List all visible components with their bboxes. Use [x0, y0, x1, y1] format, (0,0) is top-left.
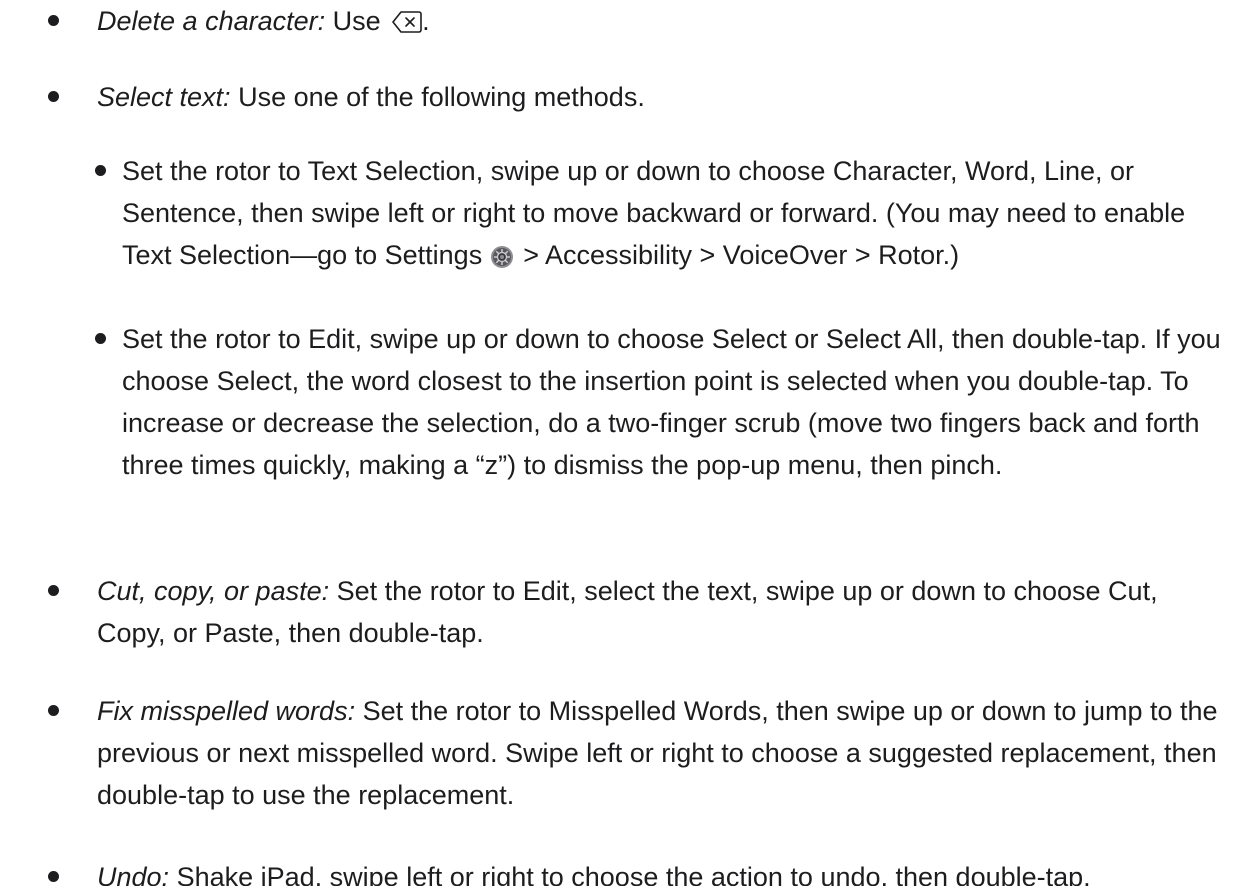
list-item-fix-misspelled: Fix misspelled words: Set the rotor to M…: [48, 690, 1228, 816]
item-term: Delete a character:: [97, 6, 326, 36]
list-item-select-text: Select text: Use one of the following me…: [48, 76, 1228, 118]
bullet: [48, 705, 59, 716]
list-item-cut-copy-paste: Cut, copy, or paste: Set the rotor to Ed…: [48, 570, 1228, 654]
list-item-text: Fix misspelled words: Set the rotor to M…: [97, 690, 1228, 816]
list-item-text: Undo: Shake iPad, swipe left or right to…: [97, 856, 1228, 886]
list-item-text: Cut, copy, or paste: Set the rotor to Ed…: [97, 570, 1228, 654]
item-body: Set the rotor to Edit, swipe up or down …: [122, 324, 1221, 480]
bullet: [48, 585, 59, 596]
list-item-text: Set the rotor to Edit, swipe up or down …: [122, 318, 1230, 486]
item-term: Select text:: [97, 82, 231, 112]
list-item-text: Delete a character: Use .: [97, 0, 1228, 42]
bullet: [48, 871, 59, 882]
bullet: [95, 333, 106, 344]
bullet: [48, 91, 59, 102]
settings-gear-icon: [490, 239, 514, 268]
sub-list-item-text-selection: Set the rotor to Text Selection, swipe u…: [95, 150, 1230, 276]
list-item-text: Set the rotor to Text Selection, swipe u…: [122, 150, 1230, 276]
bullet: [48, 15, 59, 26]
sub-list-item-edit-select: Set the rotor to Edit, swipe up or down …: [95, 318, 1230, 486]
item-body: Use one of the following methods.: [230, 82, 645, 112]
item-body-end: .: [422, 6, 430, 36]
bullet: [95, 165, 106, 176]
item-body-end: > Accessibility > VoiceOver > Rotor.): [515, 240, 960, 270]
document-page: Delete a character: Use . Select text: U…: [0, 0, 1234, 886]
list-item-delete-character: Delete a character: Use .: [48, 0, 1228, 42]
item-term: Cut, copy, or paste:: [97, 576, 330, 606]
item-term: Fix misspelled words:: [97, 696, 356, 726]
item-body: Shake iPad, swipe left or right to choos…: [169, 862, 1091, 886]
list-item-text: Select text: Use one of the following me…: [97, 76, 1228, 118]
delete-key-icon: [392, 4, 422, 33]
item-body: Use: [325, 6, 389, 36]
item-term: Undo:: [97, 862, 170, 886]
list-item-undo: Undo: Shake iPad, swipe left or right to…: [48, 856, 1228, 886]
